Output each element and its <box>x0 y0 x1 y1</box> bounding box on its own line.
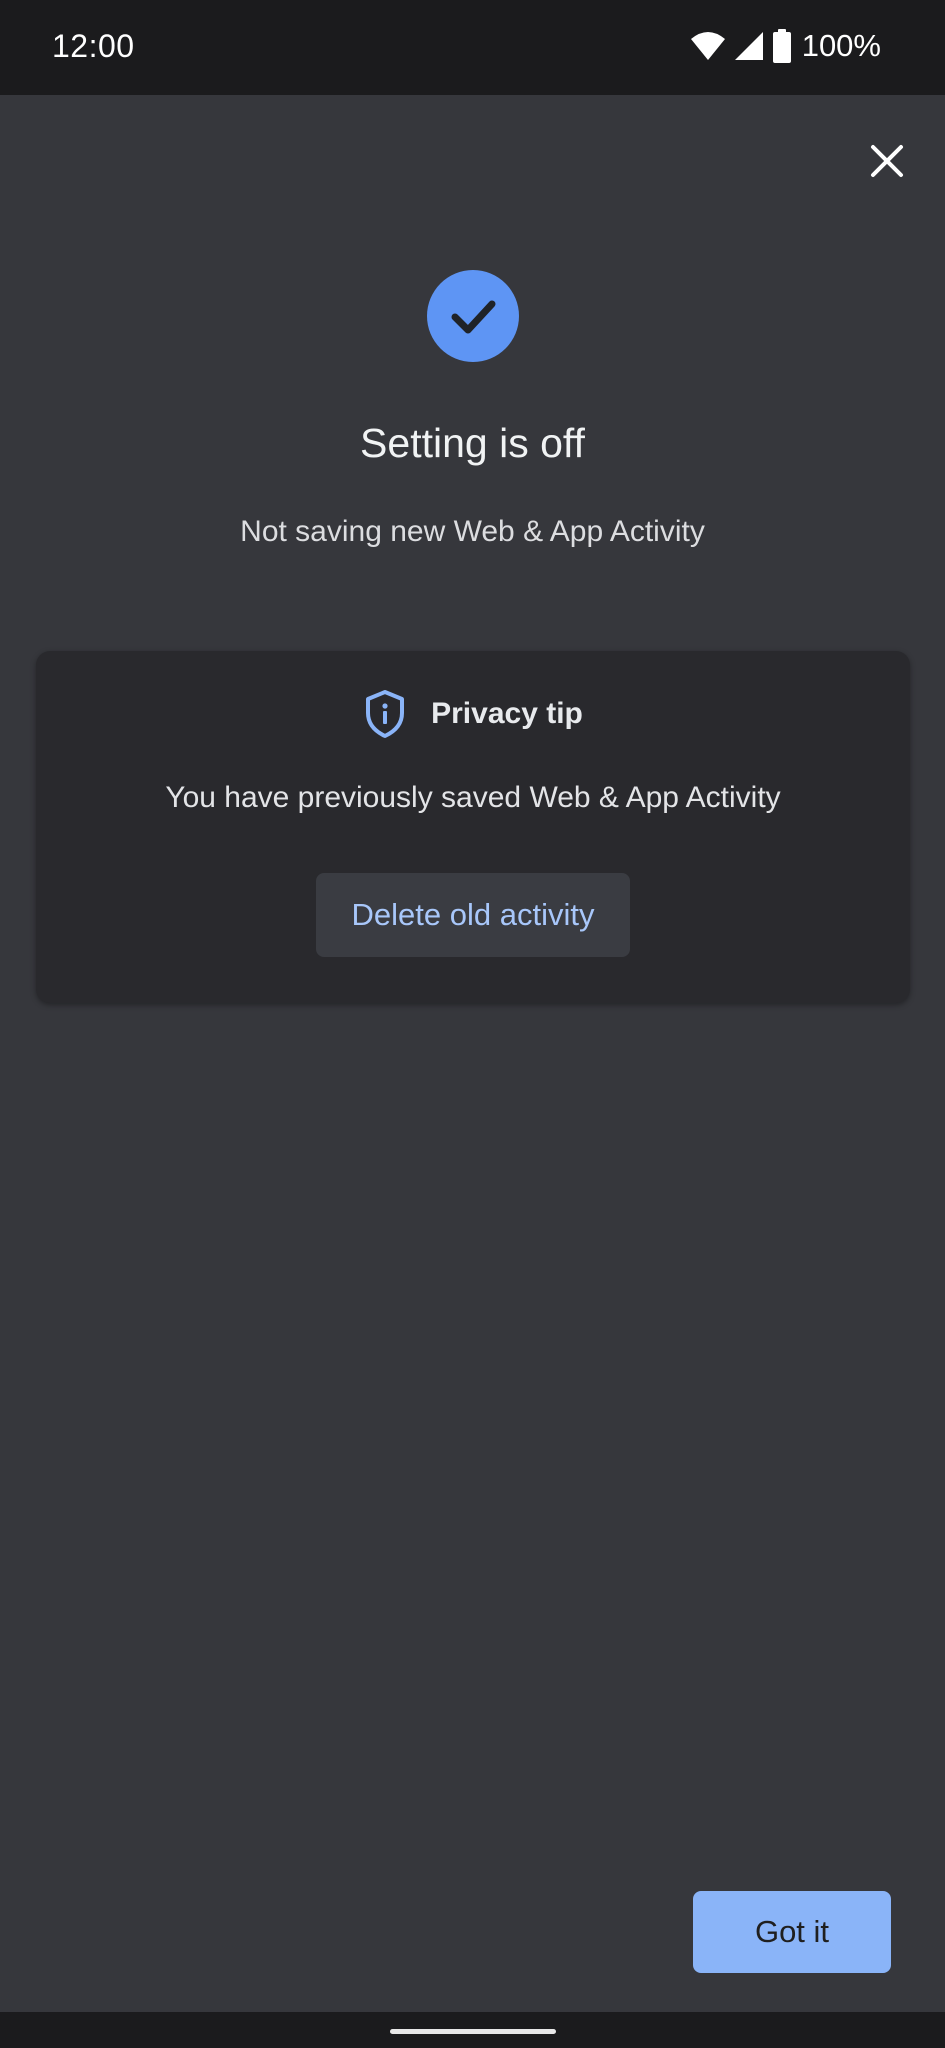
shield-info-icon <box>366 690 405 738</box>
status-icons: 100% <box>690 26 881 66</box>
battery-icon <box>772 29 791 63</box>
got-it-button[interactable]: Got it <box>693 1891 891 1973</box>
dialog-subtitle: Not saving new Web & App Activity <box>240 515 705 548</box>
privacy-tip-body: You have previously saved Web & App Acti… <box>165 781 781 814</box>
privacy-tip-title: Privacy tip <box>431 697 583 730</box>
privacy-tip-card: Privacy tip You have previously saved We… <box>36 651 910 1003</box>
close-button[interactable] <box>857 131 917 191</box>
navigation-bar <box>0 2012 945 2048</box>
close-icon <box>871 145 903 177</box>
activity-dialog: Setting is off Not saving new Web & App … <box>0 95 945 2012</box>
status-time: 12:00 <box>52 28 135 64</box>
delete-old-activity-button[interactable]: Delete old activity <box>316 873 630 957</box>
wifi-icon <box>690 32 725 60</box>
battery-percentage: 100% <box>801 28 881 63</box>
home-gesture-handle[interactable] <box>390 2029 556 2034</box>
check-circle-icon <box>427 270 519 362</box>
dialog-title: Setting is off <box>360 420 585 466</box>
privacy-tip-header: Privacy tip <box>36 689 910 739</box>
signal-icon <box>734 32 763 60</box>
status-bar: 12:00 100% <box>0 0 945 95</box>
